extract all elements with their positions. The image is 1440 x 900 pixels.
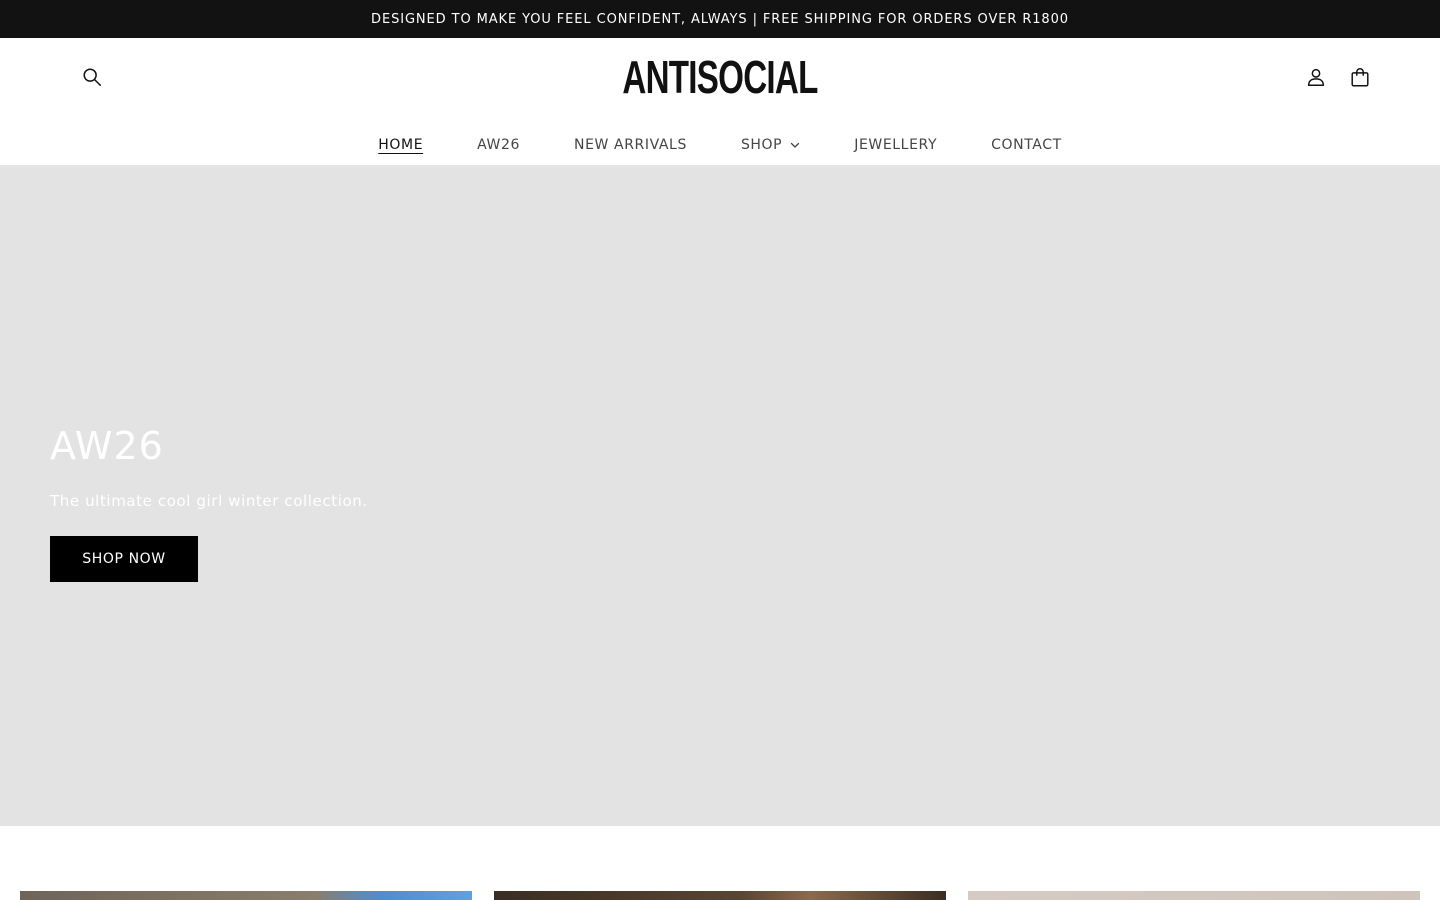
search-icon <box>83 68 101 86</box>
nav-item-new-arrivals[interactable]: NEW ARRIVALS <box>547 137 714 153</box>
hero-title: AW26 <box>50 424 164 468</box>
main-nav: HOME AW26 NEW ARRIVALS SHOP JEWELLERY CO… <box>0 124 1440 166</box>
nav-item-jewellery[interactable]: JEWELLERY <box>827 137 964 153</box>
chevron-down-icon <box>791 142 800 148</box>
hero-subtitle: The ultimate cool girl winter collection… <box>50 492 368 510</box>
announcement-text: DESIGNED TO MAKE YOU FEEL CONFIDENT, ALW… <box>371 11 1069 27</box>
nav-item-label: AW26 <box>477 137 521 153</box>
nav-item-contact[interactable]: CONTACT <box>964 137 1089 153</box>
nav-item-aw26[interactable]: AW26 <box>450 137 547 153</box>
account-button[interactable] <box>1294 55 1338 99</box>
product-grid <box>0 891 1440 900</box>
site-header: ANTISOCIAL HOME AW26 NEW ARRIVALS SHOP J… <box>0 38 1440 166</box>
product-card-image[interactable] <box>494 891 946 900</box>
product-card-image[interactable] <box>20 891 472 900</box>
cart-button[interactable] <box>1338 55 1382 99</box>
search-button[interactable] <box>70 55 114 99</box>
nav-item-label: HOME <box>378 137 424 153</box>
cart-icon <box>1351 68 1369 87</box>
nav-item-label: CONTACT <box>991 137 1062 153</box>
product-card-image[interactable] <box>968 891 1420 900</box>
hero-banner: AW26 The ultimate cool girl winter colle… <box>0 166 1440 826</box>
shop-now-button[interactable]: SHOP NOW <box>50 536 198 582</box>
header-top: ANTISOCIAL <box>0 38 1440 124</box>
nav-item-label: NEW ARRIVALS <box>574 137 687 153</box>
nav-item-label: JEWELLERY <box>854 137 938 153</box>
nav-item-home[interactable]: HOME <box>351 137 450 153</box>
nav-item-label: SHOP <box>740 137 783 153</box>
site-logo[interactable]: ANTISOCIAL <box>202 53 1239 101</box>
nav-item-shop[interactable]: SHOP <box>714 137 827 153</box>
account-icon <box>1307 68 1325 86</box>
announcement-bar: DESIGNED TO MAKE YOU FEEL CONFIDENT, ALW… <box>0 0 1440 38</box>
